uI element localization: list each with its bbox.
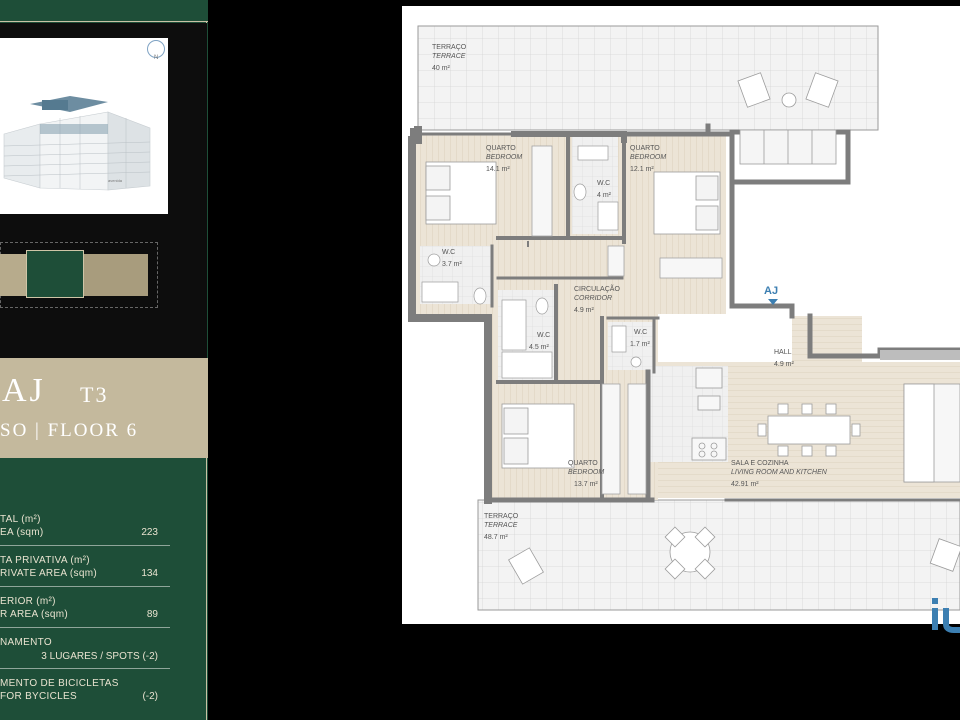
area-label-en: R AREA (sqm) [0, 609, 69, 620]
room-label-hall: HALL 4.9 m² [774, 348, 794, 369]
room-label-terrace-top: TERRAÇO TERRACE 40 m² [432, 43, 466, 73]
area-label-pt: ERIOR (m²) [0, 596, 56, 607]
room-area: 13.7 m² [574, 481, 598, 488]
room-area: 3.7 m² [442, 261, 462, 268]
room-label-bedroom-1: QUARTO BEDROOM 14.1 m² [486, 144, 522, 174]
arrow-down-icon [768, 299, 778, 305]
room-area: 40 m² [432, 65, 450, 72]
room-area: 4 m² [597, 192, 611, 199]
area-value: (-2) [142, 691, 158, 702]
room-area: 42.91 m² [731, 481, 759, 488]
area-label-pt: TAL (m²) [0, 514, 41, 525]
room-name-pt: W.C [634, 329, 648, 336]
key-plan-unit-left [0, 254, 26, 296]
room-name-pt: W.C [597, 180, 611, 187]
room-label-wc-3: W.C 4.5 m² [529, 331, 550, 352]
area-row-private: TA PRIVATIVA (m²) RIVATE AREA (sqm) 134 [0, 553, 170, 587]
room-name-en: TERRACE [484, 522, 518, 529]
floor-key-plan [0, 242, 160, 310]
panel-top-bar [0, 0, 208, 22]
room-name-pt: TERRAÇO [432, 44, 467, 51]
key-plan-unit-current [26, 250, 84, 298]
room-name-en: CORRIDOR [574, 295, 613, 302]
area-label-en: FOR BYCICLES [0, 691, 77, 702]
room-area: 4.9 m² [574, 307, 594, 314]
area-row-exterior: ERIOR (m²) R AREA (sqm) 89 [0, 594, 170, 628]
area-label-en: RIVATE AREA (sqm) [0, 568, 97, 579]
room-name-pt: HALL [774, 349, 792, 356]
key-plan-unit-right [84, 254, 148, 296]
room-name-pt: W.C [537, 332, 551, 339]
area-row-total: TAL (m²) EA (sqm) 223 [0, 512, 170, 546]
room-area: 4.5 m² [529, 344, 549, 351]
room-label-living-kitchen: SALA E COZINHA LIVING ROOM AND KITCHEN 4… [731, 459, 827, 489]
room-label-corridor: CIRCULAÇÃO CORRIDOR 4.9 m² [574, 285, 620, 315]
unit-typology: T3 [80, 382, 109, 407]
room-label-wc-1: W.C 4 m² [597, 179, 611, 200]
brand-logo-icon [932, 598, 960, 633]
room-label-bedroom-3: QUARTO BEDROOM 13.7 m² [568, 459, 604, 489]
floor-plan: TERRAÇO TERRACE 40 m² QUARTO BEDROOM 14.… [402, 6, 960, 624]
area-label-pt: NAMENTO [0, 637, 52, 648]
area-label-en: EA (sqm) [0, 527, 44, 538]
unit-code: AJ [2, 372, 46, 409]
room-name-en: BEDROOM [486, 154, 523, 161]
room-name-pt: TERRAÇO [484, 513, 519, 520]
unit-entrance-marker: AJ [764, 285, 779, 297]
area-row-parking: NAMENTO 3 LUGARES / SPOTS (-2) [0, 635, 170, 669]
room-name-en: LIVING ROOM AND KITCHEN [731, 469, 827, 476]
room-area: 48.7 m² [484, 534, 508, 541]
room-area: 14.1 m² [486, 166, 510, 173]
room-name-pt: QUARTO [568, 460, 598, 467]
room-name-en: BEDROOM [630, 154, 667, 161]
room-name-pt: SALA E COZINHA [731, 460, 789, 467]
room-name-pt: QUARTO [630, 145, 660, 152]
room-name-pt: CIRCULAÇÃO [574, 286, 620, 293]
room-label-wc-4: W.C 1.7 m² [630, 328, 650, 349]
room-label-bedroom-2: QUARTO BEDROOM 12.1 m² [630, 144, 666, 174]
area-label-pt: MENTO DE BICICLETAS [0, 678, 119, 689]
room-area: 12.1 m² [630, 166, 654, 173]
svg-text:avenida: avenida [108, 178, 123, 183]
area-label-pt: TA PRIVATIVA (m²) [0, 555, 90, 566]
area-value: 223 [141, 527, 158, 538]
north-label: N [154, 55, 159, 61]
area-value: 3 LUGARES / SPOTS (-2) [41, 651, 158, 662]
room-name-en: BEDROOM [568, 469, 605, 476]
room-label-terrace-bottom: TERRAÇO TERRACE 48.7 m² [484, 512, 518, 542]
building-render: avenida [0, 38, 168, 214]
area-value: 89 [146, 609, 158, 620]
area-value: 134 [141, 568, 158, 579]
room-name-pt: W.C [442, 249, 456, 256]
floor-label: SO | FLOOR 6 [0, 420, 139, 441]
area-row-bicycles: MENTO DE BICICLETAS FOR BYCICLES (-2) [0, 676, 170, 710]
room-label-wc-2: W.C 3.7 m² [442, 248, 462, 269]
room-name-pt: QUARTO [486, 145, 516, 152]
room-area: 1.7 m² [630, 341, 650, 348]
room-area: 4.9 m² [774, 361, 794, 368]
room-name-en: TERRACE [432, 53, 466, 60]
